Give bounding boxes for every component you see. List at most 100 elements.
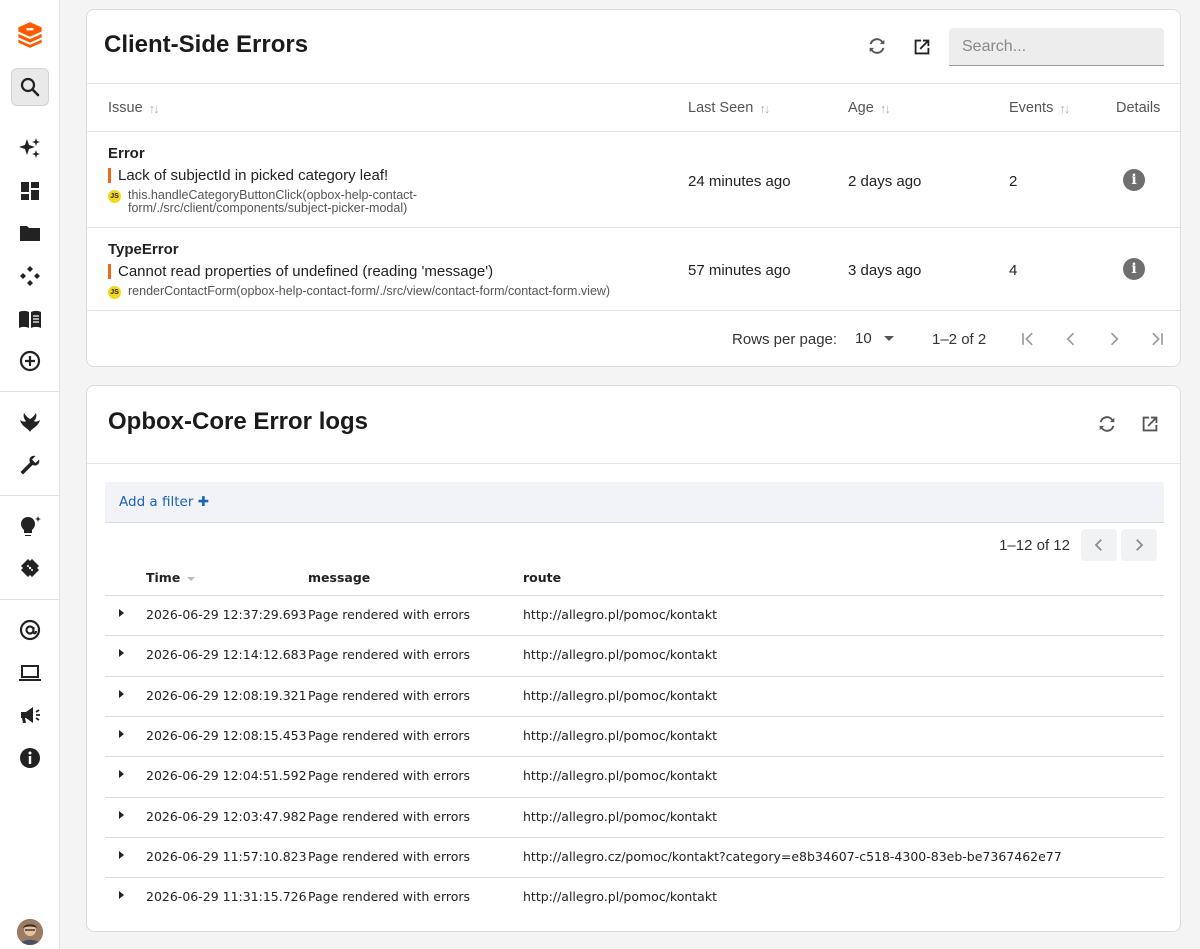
column-header-details: Details [1116,100,1160,116]
log-route: http://allegro.pl/pomoc/kontakt [523,607,717,622]
sort-icon: ↑↓ [759,100,770,116]
column-label: Issue [108,100,143,116]
log-row[interactable]: 2026-06-29 12:14:12.683 Page rendered wi… [105,635,1164,675]
chevron-down-icon [883,336,894,341]
components-icon[interactable] [15,261,45,291]
column-header-route[interactable]: route [523,570,561,585]
megaphone-icon[interactable] [15,700,45,730]
expand-caret-icon[interactable] [119,811,124,819]
log-time: 2026-06-29 11:57:10.823 [146,849,307,864]
log-time: 2026-06-29 12:08:19.321 [146,688,307,703]
log-row[interactable]: 2026-06-29 12:03:47.982 Page rendered wi… [105,797,1164,837]
last-seen: 57 minutes ago [688,262,791,279]
log-time: 2026-06-29 12:14:12.683 [146,647,307,662]
column-header-last-seen[interactable]: Last Seen ↑↓ [688,100,770,116]
error-message-text: Cannot read properties of undefined (rea… [118,263,494,280]
divider [87,227,1180,228]
log-message: Page rendered with errors [308,889,471,904]
column-header-issue[interactable]: Issue ↑↓ [108,100,160,116]
sidebar-divider [0,599,60,600]
sidebar-divider [0,391,60,392]
log-message: Page rendered with errors [308,728,471,743]
allegro-box-logo[interactable] [15,20,45,50]
laptop-icon[interactable] [15,658,45,688]
details-info-icon[interactable]: i [1123,169,1145,191]
sort-icon: ↑↓ [879,100,891,116]
log-row[interactable]: 2026-06-29 12:04:51.592 Page rendered wi… [105,756,1164,796]
previous-page-icon[interactable] [1059,327,1083,351]
log-message: Page rendered with errors [308,809,471,824]
next-page-icon[interactable] [1121,529,1157,561]
refresh-icon[interactable] [1094,411,1120,437]
avatar[interactable] [17,919,43,945]
log-route: http://allegro.pl/pomoc/kontakt [523,768,717,783]
log-row[interactable]: 2026-06-29 12:37:29.693 Page rendered wi… [105,595,1164,635]
log-row[interactable]: 2026-06-29 12:08:19.321 Page rendered wi… [105,676,1164,716]
last-page-icon[interactable] [1145,327,1169,351]
search-icon[interactable] [11,68,49,106]
log-route: http://allegro.pl/pomoc/kontakt [523,688,717,703]
column-header-age[interactable]: Age ↑↓ [848,100,891,116]
expand-caret-icon[interactable] [119,649,124,657]
expand-caret-icon[interactable] [119,730,124,738]
wrench-icon[interactable] [15,450,45,480]
rows-per-page-label: Rows per page: [732,331,838,348]
expand-caret-icon[interactable] [119,851,124,859]
book-icon[interactable] [15,304,45,334]
refresh-icon[interactable] [864,33,890,59]
sidebar-divider [0,495,60,496]
open-external-icon[interactable] [909,34,935,60]
expand-caret-icon[interactable] [119,770,124,778]
card-title: Opbox-Core Error logs [108,408,369,435]
lightbulb-icon[interactable] [15,511,45,541]
column-label: Details [1116,100,1161,116]
divider [87,310,1180,311]
phoenix-icon[interactable] [15,407,45,437]
previous-page-icon[interactable] [1081,529,1117,561]
search-input[interactable] [949,28,1164,66]
age: 3 days ago [848,262,922,279]
log-row[interactable]: 2026-06-29 11:31:15.726 Page rendered wi… [105,877,1164,917]
events-count: 4 [1009,262,1018,279]
expand-caret-icon[interactable] [119,891,124,899]
info-icon[interactable] [15,743,45,773]
expand-caret-icon[interactable] [119,690,124,698]
details-info-icon[interactable]: i [1123,258,1145,280]
error-message: Cannot read properties of undefined (rea… [108,263,493,280]
folder-icon[interactable] [15,218,45,248]
error-type: Error [108,145,145,162]
next-page-icon[interactable] [1102,327,1126,351]
first-page-icon[interactable] [1016,327,1040,351]
severity-bar [108,168,111,183]
add-filter-link[interactable]: Add a filter ✚ [119,494,209,510]
last-seen: 24 minutes ago [688,173,791,190]
column-header-message[interactable]: message [308,570,370,585]
pagination-range: 1–2 of 2 [932,331,987,348]
bandage-icon[interactable] [15,553,45,583]
column-header-events[interactable]: Events ↑↓ [1009,100,1070,116]
card-title: Client-Side Errors [104,31,309,58]
at-sign-icon[interactable] [15,615,45,645]
column-header-time[interactable]: Time [146,570,195,585]
log-time: 2026-06-29 11:31:15.726 [146,889,307,904]
sparkles-icon[interactable] [15,133,45,163]
add-circle-icon[interactable] [15,346,45,376]
client-errors-card: Client-Side Errors Issue ↑↓ Last Seen ↑↓ A… [86,9,1181,367]
log-time: 2026-06-29 12:37:29.693 [146,607,307,622]
dashboard-icon[interactable] [15,176,45,206]
log-route: http://allegro.pl/pomoc/kontakt [523,889,717,904]
log-row[interactable]: 2026-06-29 11:57:10.823 Page rendered wi… [105,837,1164,877]
logs-range: 1–12 of 12 [999,537,1070,554]
error-message: Lack of subjectId in picked category lea… [108,167,388,184]
log-row[interactable]: 2026-06-29 12:08:15.453 Page rendered wi… [105,716,1164,756]
log-message: Page rendered with errors [308,607,471,622]
divider [87,131,1180,132]
rows-per-page-select[interactable]: 10 [855,330,894,347]
open-external-icon[interactable] [1137,411,1163,437]
divider [87,463,1180,464]
plus-icon: ✚ [197,494,210,510]
add-filter-label: Add a filter [119,494,194,510]
column-label: Time [146,570,181,585]
log-message: Page rendered with errors [308,849,471,864]
expand-caret-icon[interactable] [119,609,124,617]
